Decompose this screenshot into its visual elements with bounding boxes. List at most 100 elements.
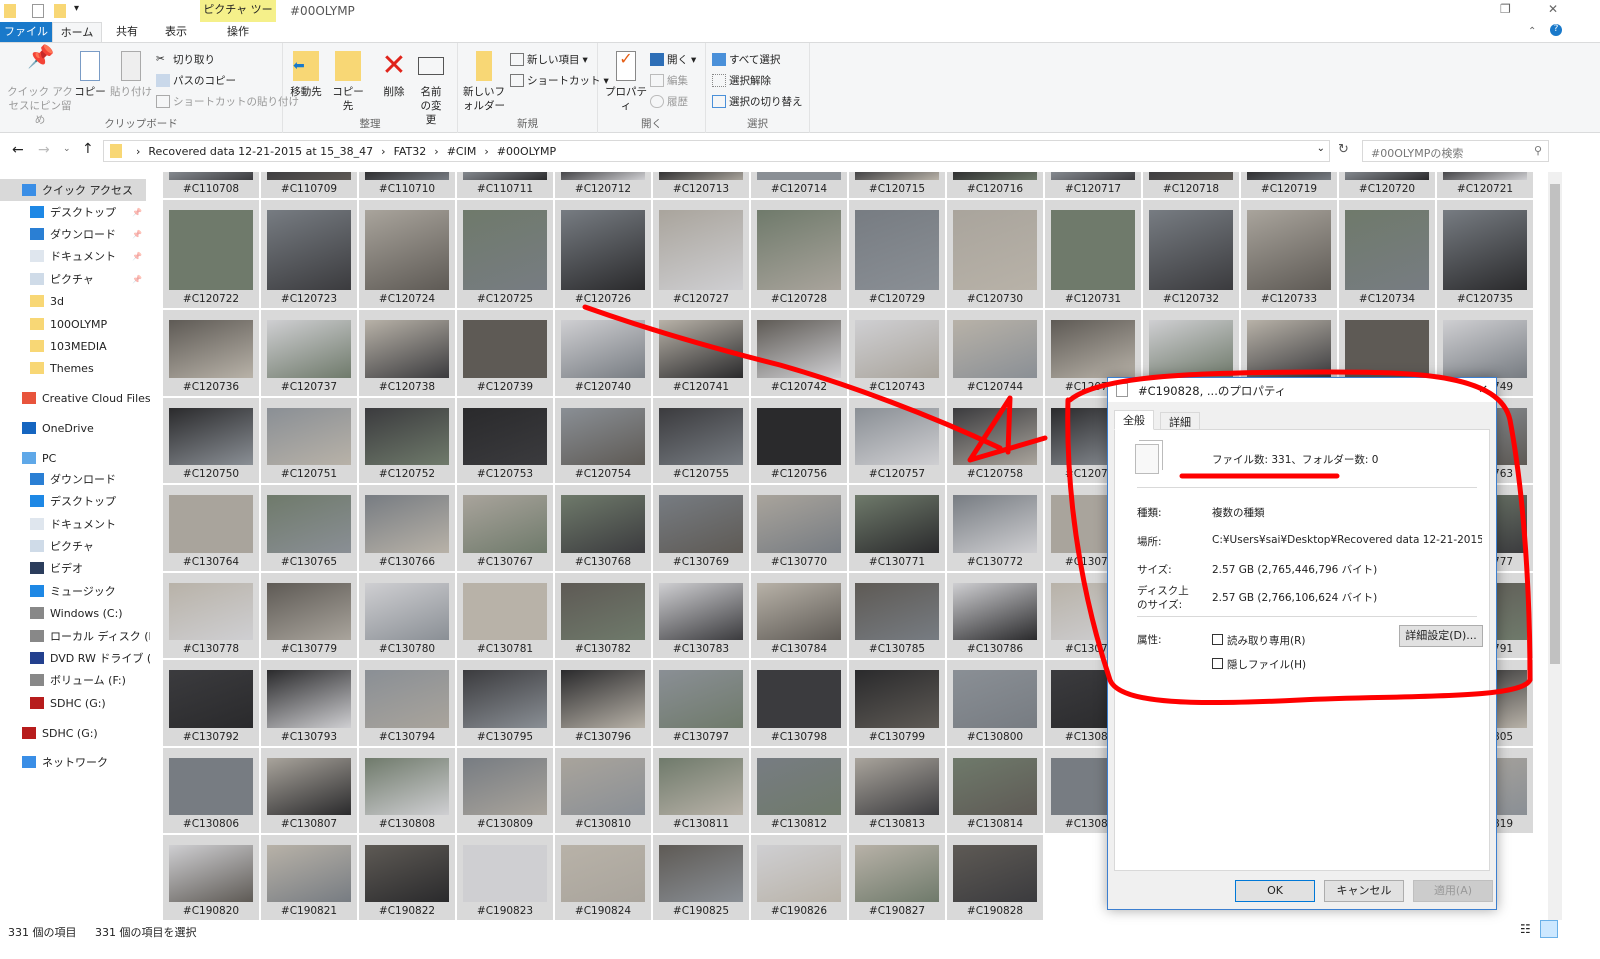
ok-button[interactable]: OK <box>1235 880 1315 902</box>
file-item[interactable]: #C130810 <box>554 747 652 834</box>
pinned-icon[interactable]: 📌 <box>132 208 142 217</box>
properties-button[interactable]: ✓ プロパティ <box>602 51 650 113</box>
file-item[interactable]: #C120737 <box>260 309 358 397</box>
file-item[interactable]: #C120750 <box>162 397 260 484</box>
file-item[interactable]: #C120714 <box>750 172 848 199</box>
file-item[interactable]: #C120720 <box>1338 172 1436 199</box>
tab-view[interactable]: 表示 <box>152 22 200 42</box>
file-item[interactable]: #C130796 <box>554 659 652 747</box>
file-item[interactable]: #C130770 <box>750 484 848 572</box>
back-button[interactable]: ← <box>12 142 24 158</box>
file-item[interactable]: #C120729 <box>848 199 946 309</box>
sidebar-item[interactable]: デスクトップ <box>0 490 146 512</box>
file-item[interactable]: #C130807 <box>260 747 358 834</box>
file-item[interactable]: #C110710 <box>358 172 456 199</box>
file-item[interactable]: #C120715 <box>848 172 946 199</box>
file-item[interactable]: #C130794 <box>358 659 456 747</box>
file-item[interactable]: #C120757 <box>848 397 946 484</box>
breadcrumb-item[interactable]: FAT32 <box>394 145 427 158</box>
file-item[interactable]: #C190825 <box>652 834 750 920</box>
tab-home[interactable]: ホーム <box>52 22 102 42</box>
paste-shortcut-button[interactable]: ショートカットの貼り付け <box>156 94 299 109</box>
file-item[interactable]: #C120741 <box>652 309 750 397</box>
readonly-checkbox[interactable]: 読み取り専用(R) <box>1212 633 1306 648</box>
move-to-button[interactable]: ⬅ 移動先 <box>289 51 323 99</box>
tab-general[interactable]: 全般 <box>1114 410 1154 430</box>
file-item[interactable]: #C130765 <box>260 484 358 572</box>
file-item[interactable]: #C130785 <box>848 572 946 659</box>
sidebar-item[interactable]: デスクトップ 📌 <box>0 201 146 223</box>
file-item[interactable]: #C130797 <box>652 659 750 747</box>
sidebar-item[interactable]: SDHC (G:) <box>0 692 146 714</box>
up-button[interactable]: ↑ <box>82 141 94 157</box>
dialog-close-button[interactable]: ✕ <box>1478 382 1488 396</box>
breadcrumb-item[interactable]: #CIM <box>447 145 477 158</box>
file-item[interactable]: #C190821 <box>260 834 358 920</box>
customize-quick-access-icon[interactable]: ▾ <box>74 3 79 14</box>
sidebar-item[interactable]: 3d <box>0 290 146 312</box>
file-item[interactable]: #C130772 <box>946 484 1044 572</box>
file-item[interactable]: #C130792 <box>162 659 260 747</box>
file-item[interactable]: #C120752 <box>358 397 456 484</box>
file-item[interactable]: #C130793 <box>260 659 358 747</box>
sidebar-item[interactable]: DVD RW ドライブ (E:) <box>0 647 150 669</box>
vertical-scrollbar[interactable] <box>1548 172 1562 920</box>
file-item[interactable]: #C130798 <box>750 659 848 747</box>
file-item[interactable]: #C130766 <box>358 484 456 572</box>
scrollbar-thumb[interactable] <box>1550 184 1560 664</box>
sidebar-item[interactable]: SDHC (G:) <box>0 722 146 744</box>
address-dropdown-icon[interactable]: ⌄ <box>1317 143 1325 154</box>
file-item[interactable]: #C110709 <box>260 172 358 199</box>
details-view-button[interactable]: ☷ <box>1520 922 1531 936</box>
edit-button[interactable]: 編集 <box>650 73 688 88</box>
file-item[interactable]: #C190824 <box>554 834 652 920</box>
file-item[interactable]: #C130795 <box>456 659 554 747</box>
file-item[interactable]: #C120758 <box>946 397 1044 484</box>
file-item[interactable]: #C120735 <box>1436 199 1534 309</box>
copy-path-button[interactable]: パスのコピー <box>156 73 236 88</box>
file-item[interactable]: #C120724 <box>358 199 456 309</box>
file-item[interactable]: #C130768 <box>554 484 652 572</box>
file-item[interactable]: #C130784 <box>750 572 848 659</box>
large-icons-view-button[interactable] <box>1540 920 1558 938</box>
file-item[interactable]: #C120740 <box>554 309 652 397</box>
file-item[interactable]: #C120756 <box>750 397 848 484</box>
cancel-button[interactable]: キャンセル <box>1324 880 1404 902</box>
tab-share[interactable]: 共有 <box>104 22 150 42</box>
search-input[interactable]: #00OLYMPの検索 ⚲ <box>1362 140 1549 162</box>
file-item[interactable]: #C120722 <box>162 199 260 309</box>
sidebar-item[interactable]: ダウンロード 📌 <box>0 223 146 245</box>
sidebar-item[interactable]: クイック アクセス <box>0 179 146 201</box>
sidebar-item[interactable]: 103MEDIA <box>0 335 146 357</box>
delete-button[interactable]: ✕ 削除 <box>377 51 411 99</box>
file-item[interactable]: #C120733 <box>1240 199 1338 309</box>
file-item[interactable]: #C120732 <box>1142 199 1240 309</box>
sidebar-item[interactable]: ミュージック <box>0 580 146 602</box>
file-item[interactable]: #C130764 <box>162 484 260 572</box>
apply-button[interactable]: 適用(A) <box>1413 880 1493 902</box>
new-folder-quick-icon[interactable] <box>54 4 66 18</box>
file-item[interactable]: #C130786 <box>946 572 1044 659</box>
tab-file[interactable]: ファイル <box>0 22 52 42</box>
forward-button[interactable]: → <box>38 142 50 158</box>
new-folder-button[interactable]: 新しいフォルダー <box>462 51 506 113</box>
file-item[interactable]: #C120721 <box>1436 172 1534 199</box>
sidebar-item[interactable]: OneDrive <box>0 417 146 439</box>
file-item[interactable]: #C130781 <box>456 572 554 659</box>
file-item[interactable]: #C130780 <box>358 572 456 659</box>
history-button[interactable]: 履歴 <box>650 94 688 109</box>
sidebar-item[interactable]: ボリューム (F:) <box>0 669 146 691</box>
pinned-icon[interactable]: 📌 <box>132 252 142 261</box>
file-item[interactable]: #C120739 <box>456 309 554 397</box>
cut-button[interactable]: ✂ 切り取り <box>156 52 215 67</box>
restore-button[interactable]: ❐ <box>1500 2 1511 16</box>
file-item[interactable]: #C130767 <box>456 484 554 572</box>
file-item[interactable]: #C190823 <box>456 834 554 920</box>
file-item[interactable]: #C130808 <box>358 747 456 834</box>
file-item[interactable]: #C120727 <box>652 199 750 309</box>
copy-button[interactable]: コピー <box>74 51 106 99</box>
sidebar-item[interactable]: ピクチャ <box>0 535 146 557</box>
invert-selection-button[interactable]: 選択の切り替え <box>712 94 803 109</box>
file-item[interactable]: #C190820 <box>162 834 260 920</box>
new-shortcut-button[interactable]: ショートカット ▾ <box>510 73 609 88</box>
